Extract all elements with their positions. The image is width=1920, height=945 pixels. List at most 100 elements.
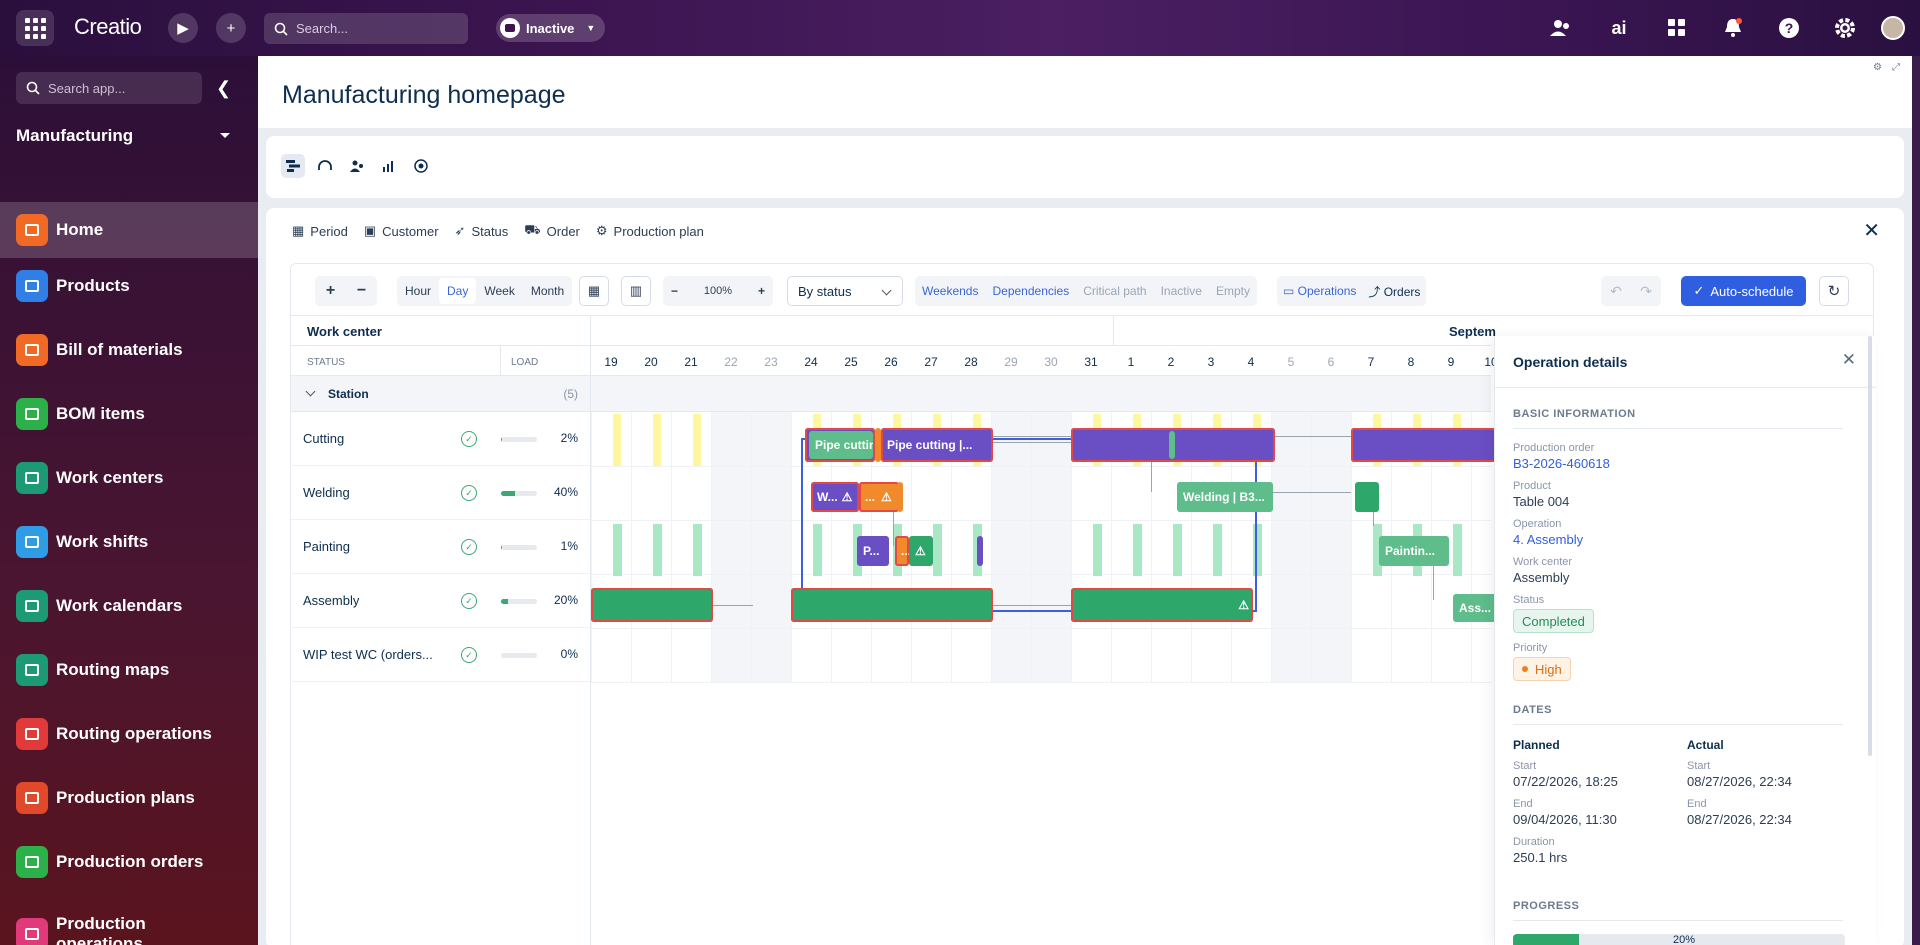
toggle-inactive[interactable]: Inactive	[1154, 284, 1209, 298]
load-bar	[501, 653, 537, 658]
scale-day[interactable]: Day	[439, 278, 477, 304]
work-center-row[interactable]: Cutting ✓ 2%	[291, 412, 590, 466]
production-order-link[interactable]: B3-2026-460618	[1513, 456, 1610, 471]
help-icon[interactable]: ?	[1776, 15, 1802, 41]
work-center-row[interactable]: Assembly ✓ 20%	[291, 574, 590, 628]
toggle-empty[interactable]: Empty	[1209, 284, 1257, 298]
refresh-icon[interactable]: ↻	[1819, 276, 1849, 306]
operation-bar[interactable]	[591, 588, 713, 622]
sidebar-item-bill-of-materials[interactable]: Bill of materials	[0, 322, 258, 378]
filter-customer[interactable]: ▣ Customer	[364, 222, 439, 240]
view-orders[interactable]: ⤴ Orders	[1362, 283, 1426, 300]
panel-scrollbar[interactable]	[1868, 336, 1872, 756]
operation-bar[interactable]	[897, 482, 903, 512]
bell-icon[interactable]	[1720, 15, 1746, 41]
zoom-plus-button[interactable]: +	[758, 284, 765, 298]
operation-bar[interactable]	[1351, 428, 1501, 462]
sidebar-item-production-plans[interactable]: Production plans	[0, 770, 258, 826]
team-icon[interactable]	[345, 154, 369, 178]
collapse-sidebar-icon[interactable]: ❮	[216, 78, 231, 99]
work-center-row[interactable]: WIP test WC (orders... ✓ 0%	[291, 628, 590, 682]
operation-bar[interactable]: Pipe cuttin	[809, 431, 873, 459]
operation-bar[interactable]: Paintin...	[1379, 536, 1449, 566]
day-column	[631, 412, 671, 682]
app-search-input[interactable]: Search app...	[16, 72, 202, 104]
chart-icon[interactable]: ▥	[621, 276, 651, 306]
day-label: 26	[884, 355, 898, 369]
timeline: Septem 19 20 21 22 23 24 25 26 27 28 29 30 31 1 2 3 4 5 6 7…	[591, 316, 1501, 945]
operation-bar[interactable]	[791, 588, 993, 622]
apps-icon[interactable]	[1664, 15, 1690, 41]
operation-bar[interactable]	[1169, 431, 1175, 459]
status-dropdown[interactable]: Inactive ▼	[496, 14, 606, 42]
add-button[interactable]: +	[216, 13, 246, 43]
operation-bar[interactable]: Ass...	[1453, 594, 1497, 622]
operation-bar[interactable]: Welding | B3...	[1177, 482, 1273, 512]
sidebar-item-products[interactable]: Products	[0, 258, 258, 314]
sidebar-item-production-orders[interactable]: Production orders	[0, 834, 258, 890]
operation-bar[interactable]: ...	[895, 536, 909, 566]
ai-icon[interactable]: ai	[1606, 15, 1632, 41]
group-row-station[interactable]: Station (5)	[291, 376, 590, 412]
operation-bar[interactable]: W... ⚠	[811, 482, 859, 512]
sidebar-item-bom-items[interactable]: BOM items	[0, 386, 258, 442]
operation-bar[interactable]: ... ⚠	[859, 482, 899, 512]
settings-icon[interactable]	[1832, 15, 1858, 41]
day-column	[1311, 412, 1351, 682]
gantt-view-icon[interactable]	[281, 154, 305, 178]
work-center-row[interactable]: Welding ✓ 40%	[291, 466, 590, 520]
redo-icon[interactable]: ↷	[1640, 283, 1652, 300]
users-icon[interactable]	[1548, 15, 1574, 41]
zoom-minus-button[interactable]: −	[671, 284, 678, 298]
filter-order[interactable]: ⛟ Order	[524, 222, 580, 240]
filter-period[interactable]: ▦ Period	[292, 222, 348, 240]
analytics-icon[interactable]	[377, 154, 401, 178]
sidebar-item-production-operations[interactable]: Production operations	[0, 906, 258, 945]
undo-icon[interactable]: ↶	[1610, 283, 1622, 300]
operation-bar[interactable]: P...	[857, 536, 889, 566]
user-avatar[interactable]	[1881, 16, 1905, 40]
chevron-down-icon[interactable]	[305, 386, 316, 397]
view-operations[interactable]: ▭ Operations	[1277, 284, 1362, 298]
operation-link[interactable]: 4. Assembly	[1513, 532, 1583, 547]
sidebar-item-home[interactable]: Home	[0, 202, 258, 258]
chevron-down-icon[interactable]	[220, 133, 230, 138]
sidebar-item-work-shifts[interactable]: Work shifts	[0, 514, 258, 570]
workspace-selector[interactable]: Manufacturing	[16, 126, 133, 146]
scale-hour[interactable]: Hour	[397, 284, 439, 298]
filter-status[interactable]: ➶ Status	[455, 222, 509, 240]
work-center-row[interactable]: Painting ✓ 1%	[291, 520, 590, 574]
sidebar-item-routing-operations[interactable]: Routing operations	[0, 706, 258, 762]
operation-bar[interactable]	[1355, 482, 1379, 512]
progress-bar: 20%	[1513, 934, 1845, 945]
filter-production-plan[interactable]: ⚙ Production plan	[596, 222, 704, 240]
operation-bar[interactable]: ⚠	[909, 536, 933, 566]
auto-schedule-button[interactable]: ✓ Auto-schedule	[1681, 276, 1806, 306]
close-icon[interactable]: ✕	[1842, 350, 1856, 370]
calendar-picker-icon[interactable]: ▦	[579, 276, 609, 306]
zoom-in-button[interactable]: +	[326, 282, 335, 300]
sidebar-item-routing-maps[interactable]: Routing maps	[0, 642, 258, 698]
global-search-input[interactable]: Search...	[264, 13, 468, 44]
zoom-out-button[interactable]: −	[357, 282, 366, 300]
app-grid-button[interactable]	[16, 10, 54, 46]
toggle-weekends[interactable]: Weekends	[915, 284, 985, 298]
operation-bar[interactable]	[977, 536, 983, 566]
scale-month[interactable]: Month	[523, 284, 572, 298]
sidebar-item-work-calendars[interactable]: Work calendars	[0, 578, 258, 634]
scale-week[interactable]: Week	[476, 284, 522, 298]
operation-bar[interactable]: ⚠	[1071, 588, 1253, 622]
gear-icon[interactable]: ⚙	[1873, 62, 1882, 73]
production-operations-icon	[16, 918, 48, 945]
run-process-button[interactable]: ▶	[168, 13, 198, 43]
sidebar-item-work-centers[interactable]: Work centers	[0, 450, 258, 506]
headset-icon[interactable]	[313, 154, 337, 178]
expand-icon[interactable]: ⤢	[1892, 62, 1900, 73]
check-icon: ✓	[461, 647, 477, 663]
group-by-select[interactable]: By status	[787, 276, 903, 306]
target-icon[interactable]	[409, 154, 433, 178]
close-icon[interactable]: ✕	[1863, 218, 1880, 243]
operation-bar[interactable]: Pipe cutting |...	[881, 428, 993, 462]
toggle-critical-path[interactable]: Critical path	[1076, 284, 1153, 298]
toggle-dependencies[interactable]: Dependencies	[985, 284, 1076, 298]
